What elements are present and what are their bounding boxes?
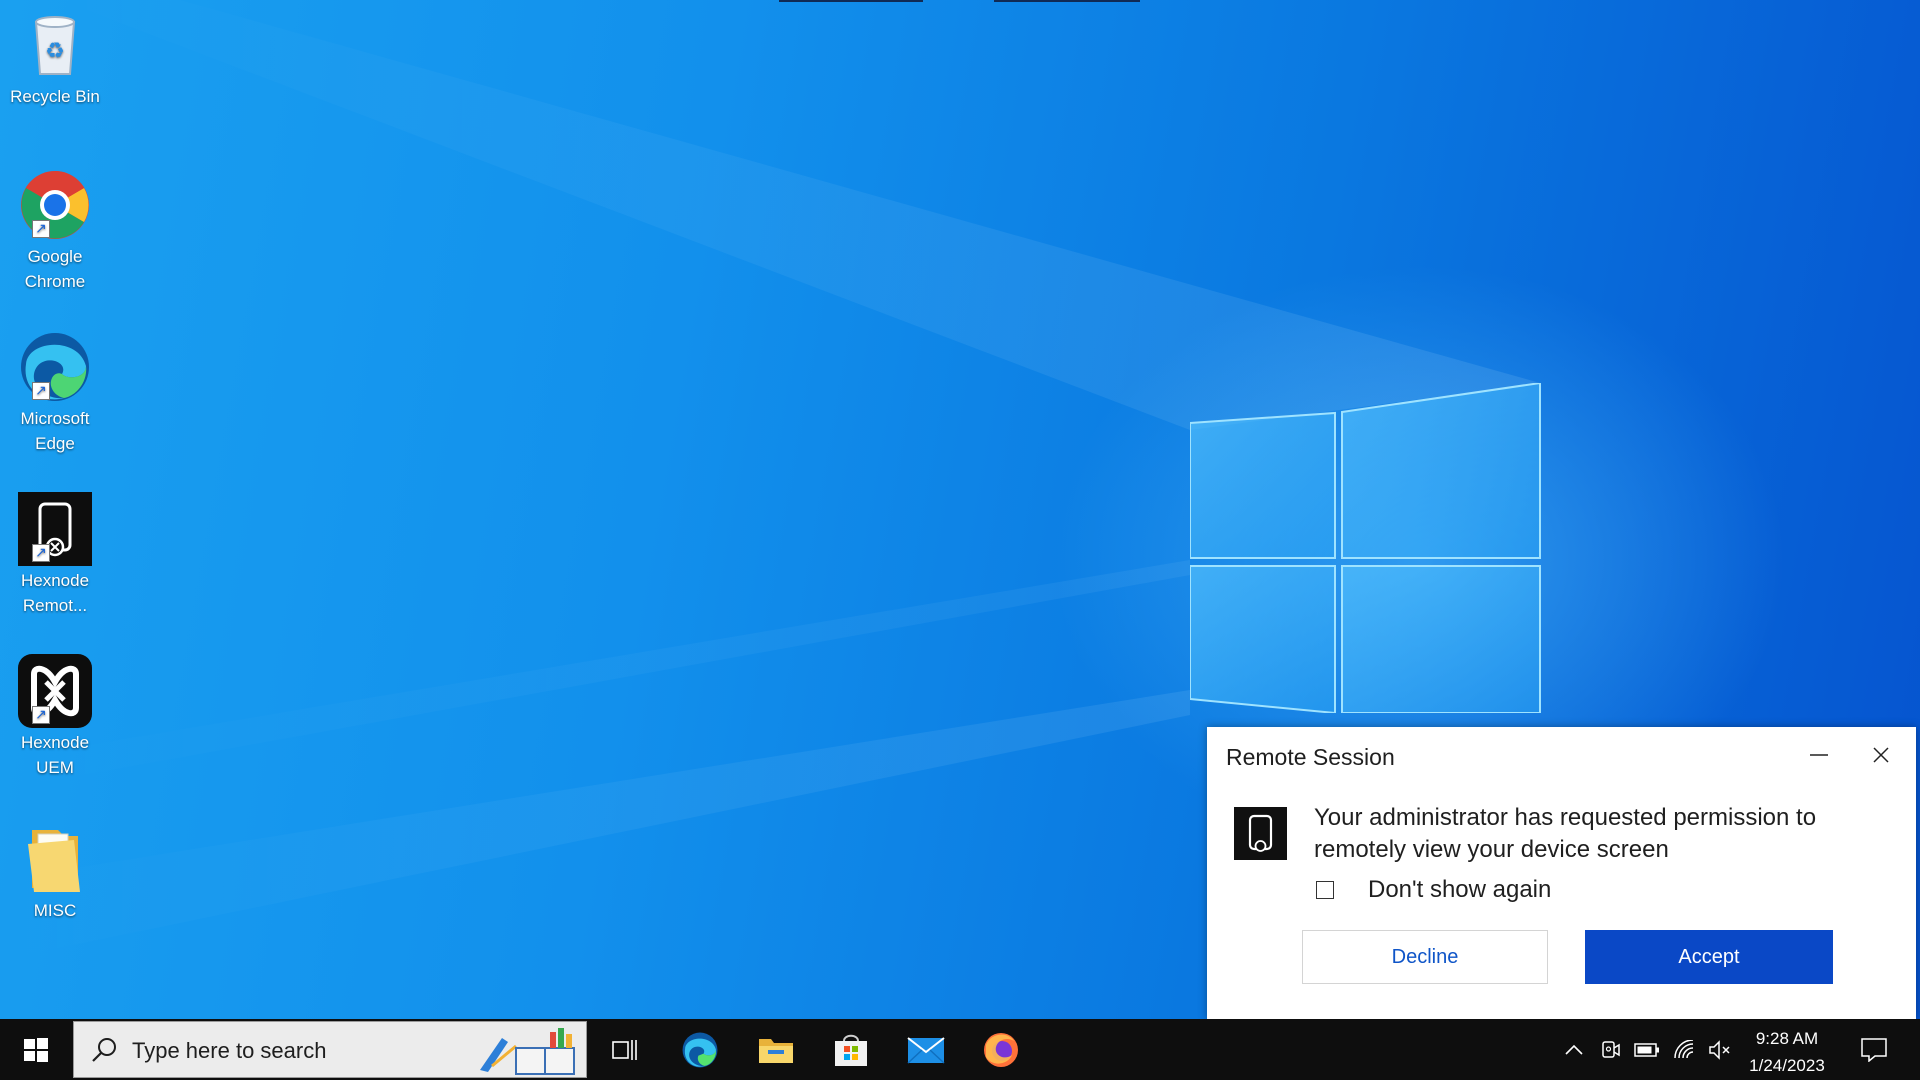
desktop-icon-label: MISC xyxy=(33,901,77,920)
network-button[interactable] xyxy=(1668,1019,1702,1080)
task-view-button[interactable] xyxy=(594,1019,656,1080)
remote-session-dialog: Remote Session Your administrator has re… xyxy=(1207,727,1916,1019)
microsoft-store-icon xyxy=(835,1034,867,1066)
hexnode-uem-icon xyxy=(18,654,92,728)
desktop-icon-google-chrome[interactable]: ↗ Google Chrome xyxy=(6,168,104,294)
shortcut-arrow-icon: ↗ xyxy=(32,382,50,400)
shortcut-arrow-icon: ↗ xyxy=(32,544,50,562)
meet-now-icon xyxy=(1602,1040,1620,1058)
notification-icon xyxy=(1861,1037,1887,1062)
mail-icon xyxy=(907,1036,945,1064)
desktop-icon-hexnode-remote[interactable]: ↗ Hexnode Remot... xyxy=(6,492,104,618)
hexnode-remote-icon xyxy=(18,492,92,566)
edge-icon xyxy=(21,333,89,401)
battery-button[interactable] xyxy=(1630,1019,1664,1080)
desktop-icon-label: Microsoft Edge xyxy=(20,409,90,453)
shortcut-arrow-icon: ↗ xyxy=(32,706,50,724)
search-icon xyxy=(92,1038,116,1062)
dont-show-again-checkbox[interactable] xyxy=(1316,881,1334,899)
taskbar-file-explorer-button[interactable] xyxy=(745,1019,807,1080)
desktop-icon-label: Recycle Bin xyxy=(10,87,100,106)
shortcut-arrow-icon: ↗ xyxy=(32,220,50,238)
taskbar-edge-button[interactable] xyxy=(669,1019,731,1080)
search-highlight-illustration-icon xyxy=(480,1028,575,1075)
desktop-icon-recycle-bin[interactable]: ♻ Recycle Bin xyxy=(6,8,104,109)
accept-button[interactable]: Accept xyxy=(1585,930,1833,984)
taskbar: Type here to search 9:28 AM 1/24/2023 xyxy=(0,1019,1920,1080)
chrome-icon xyxy=(21,171,89,239)
desktop: ♻ Recycle Bin ↗ Google Chrome ↗ Microsof… xyxy=(0,0,1920,1019)
folder-icon xyxy=(28,830,80,892)
taskbar-firefox-button[interactable] xyxy=(970,1019,1032,1080)
close-button[interactable] xyxy=(1858,737,1904,773)
top-edge-mark xyxy=(994,0,1140,2)
battery-icon xyxy=(1634,1042,1659,1057)
desktop-icon-label: Hexnode UEM xyxy=(20,733,90,777)
clock-date: 1/24/2023 xyxy=(1749,1056,1825,1075)
desktop-icon-label: Hexnode Remot... xyxy=(20,571,90,615)
taskbar-clock[interactable]: 9:28 AM 1/24/2023 xyxy=(1722,1025,1852,1079)
minimize-button[interactable] xyxy=(1796,737,1842,773)
top-edge-mark xyxy=(779,0,923,2)
desktop-icon-label: Google Chrome xyxy=(24,247,86,291)
wifi-icon xyxy=(1674,1039,1694,1058)
chevron-up-icon xyxy=(1565,1044,1583,1055)
dialog-title: Remote Session xyxy=(1226,744,1395,770)
taskbar-microsoft-store-button[interactable] xyxy=(820,1019,882,1080)
taskbar-search-box[interactable]: Type here to search xyxy=(73,1021,587,1078)
close-icon xyxy=(1873,747,1889,763)
meet-now-button[interactable] xyxy=(1594,1019,1626,1080)
firefox-icon xyxy=(984,1032,1018,1067)
dont-show-again-label[interactable]: Don't show again xyxy=(1368,876,1551,904)
recycle-bin-icon: ♻ xyxy=(34,16,76,75)
clock-time: 9:28 AM xyxy=(1755,1029,1819,1048)
windows-logo xyxy=(1190,383,1541,713)
desktop-icon-hexnode-uem[interactable]: ↗ Hexnode UEM xyxy=(6,654,104,780)
desktop-icon-microsoft-edge[interactable]: ↗ Microsoft Edge xyxy=(6,330,104,456)
action-center-button[interactable] xyxy=(1852,1019,1896,1080)
minimize-icon xyxy=(1810,754,1828,756)
task-view-icon xyxy=(612,1039,637,1060)
start-button[interactable] xyxy=(0,1019,71,1080)
decline-button[interactable]: Decline xyxy=(1302,930,1548,984)
taskbar-mail-button[interactable] xyxy=(895,1019,957,1080)
file-explorer-icon xyxy=(759,1038,793,1063)
desktop-icon-misc-folder[interactable]: MISC xyxy=(6,822,104,923)
windows-start-icon xyxy=(23,1037,48,1062)
edge-icon xyxy=(682,1032,718,1067)
svg-text:♻: ♻ xyxy=(45,38,65,63)
search-placeholder: Type here to search xyxy=(132,1038,327,1063)
show-hidden-icons-button[interactable] xyxy=(1558,1019,1590,1080)
dialog-message: Your administrator has requested permiss… xyxy=(1314,804,1817,863)
hexnode-remote-icon xyxy=(1234,807,1287,860)
